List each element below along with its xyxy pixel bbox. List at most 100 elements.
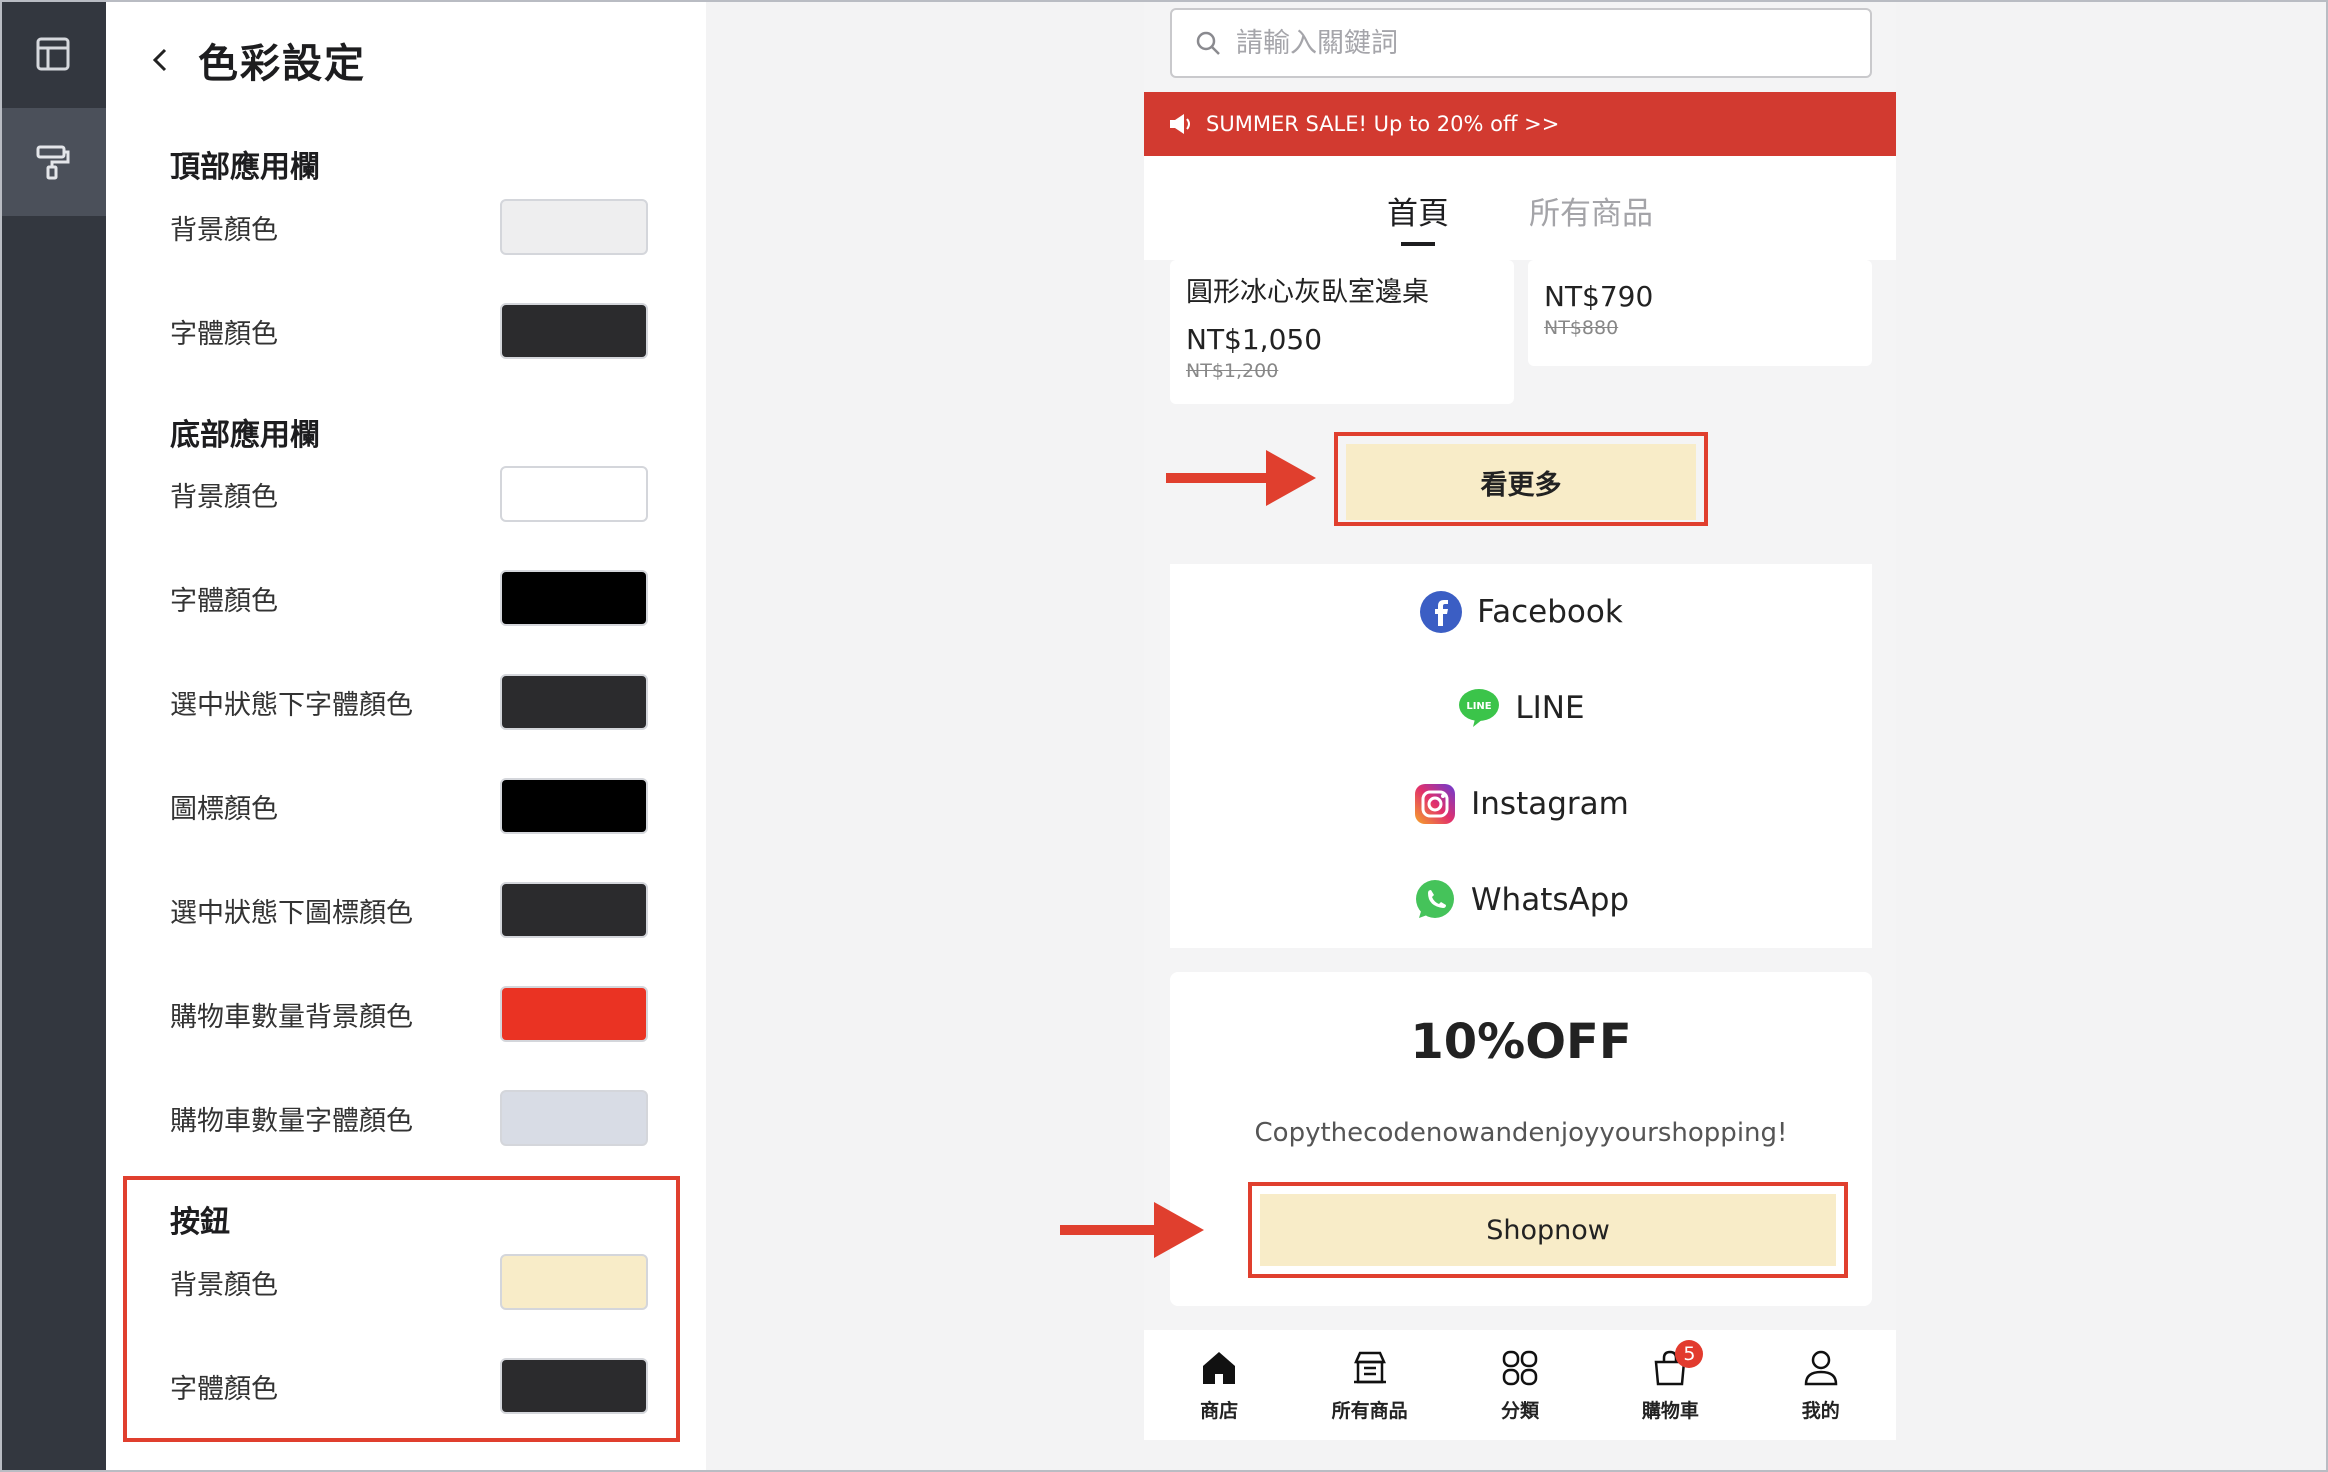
setting-row: 購物車數量背景顏色 [170, 986, 648, 1042]
social-link-line[interactable]: LINE LINE [1170, 678, 1872, 738]
product-original-price: NT$880 [1544, 317, 1619, 339]
social-link-whatsapp[interactable]: WhatsApp [1170, 870, 1872, 930]
search-bar [1144, 0, 1896, 92]
category-icon [1502, 1350, 1538, 1385]
panel-header: 色彩設定 [140, 30, 366, 90]
paint-roller-icon [36, 145, 70, 180]
setting-label: 字體顏色 [170, 1373, 278, 1405]
setting-row: 背景顏色 [170, 466, 648, 522]
product-price: NT$1,050 [1186, 323, 1323, 356]
social-link-facebook[interactable]: Facebook [1170, 582, 1872, 642]
icon-rail [0, 0, 106, 1472]
layout-rail-button[interactable] [0, 0, 106, 108]
panel-title: 色彩設定 [198, 41, 366, 87]
whatsapp-icon [1415, 880, 1454, 918]
setting-row: 背景顏色 [170, 1254, 648, 1310]
setting-label: 選中狀態下字體顏色 [170, 689, 413, 721]
social-link-instagram[interactable]: Instagram [1170, 774, 1872, 834]
setting-label: 選中狀態下圖標顏色 [170, 897, 413, 929]
color-swatch[interactable] [500, 986, 648, 1042]
annotation-arrow-icon [1060, 1202, 1204, 1258]
color-swatch[interactable] [500, 1090, 648, 1146]
setting-label: 背景顏色 [170, 481, 278, 513]
coupon-card: 10%OFF Copythecodenowandenjoyyourshoppin… [1170, 972, 1872, 1306]
instagram-icon [1415, 784, 1456, 824]
product-price: NT$790 [1544, 280, 1654, 313]
color-swatch[interactable] [500, 303, 648, 359]
setting-label: 背景顏色 [170, 1269, 278, 1301]
setting-label: 購物車數量字體顏色 [170, 1105, 413, 1137]
product-card[interactable]: NT$790 NT$880 [1528, 260, 1872, 366]
color-swatch[interactable] [500, 674, 648, 730]
nav-item-categories[interactable]: 分類 [1455, 1348, 1585, 1423]
color-swatch[interactable] [500, 1358, 648, 1414]
setting-label: 購物車數量背景顏色 [170, 1001, 413, 1033]
social-label: LINE [1515, 690, 1585, 726]
product-original-price: NT$1,200 [1186, 360, 1279, 382]
nav-item-cart[interactable]: 5 購物車 [1605, 1339, 1735, 1423]
nav-label: 分類 [1500, 1399, 1539, 1422]
product-name: 圓形冰心灰臥室邊桌 [1186, 277, 1429, 308]
store-preview: SUMMER SALE! Up to 20% off >> 首頁 所有商品 圓形… [1144, 0, 1896, 1440]
nav-label: 購物車 [1641, 1399, 1699, 1422]
section-title-bottom-bar: 底部應用欄 [170, 418, 320, 453]
nav-label: 我的 [1801, 1399, 1840, 1422]
theme-rail-button[interactable] [0, 108, 106, 216]
setting-row: 購物車數量字體顏色 [170, 1090, 648, 1146]
facebook-icon [1420, 591, 1463, 633]
color-swatch[interactable] [500, 1254, 648, 1310]
bottom-navigation: 商店 所有商品 分類 5 購物車 我的 [1144, 1330, 1896, 1440]
color-settings-panel: 色彩設定 頂部應用欄 背景顏色 字體顏色 底部應用欄 背景顏色 字體顏色 選中狀… [106, 0, 706, 1472]
shop-now-button[interactable]: Shopnow [1260, 1194, 1836, 1266]
setting-row: 選中狀態下圖標顏色 [170, 882, 648, 938]
user-icon [1804, 1350, 1838, 1385]
setting-label: 字體顏色 [170, 585, 278, 617]
color-swatch[interactable] [500, 466, 648, 522]
tab-all-products[interactable]: 所有商品 [1529, 188, 1653, 238]
color-swatch[interactable] [500, 778, 648, 834]
svg-text:LINE: LINE [1467, 701, 1492, 712]
home-icon [1203, 1351, 1236, 1384]
setting-label: 字體顏色 [170, 318, 278, 350]
megaphone-icon [1170, 114, 1190, 134]
product-card[interactable]: 圓形冰心灰臥室邊桌 NT$1,050 NT$1,200 [1170, 260, 1514, 404]
setting-label: 圖標顏色 [170, 793, 278, 825]
coupon-description: Copythecodenowandenjoyyourshopping! [1254, 1118, 1788, 1148]
search-icon [1196, 31, 1220, 55]
setting-row: 選中狀態下字體顏色 [170, 674, 648, 730]
nav-item-profile[interactable]: 我的 [1756, 1348, 1886, 1423]
social-label: Facebook [1477, 594, 1623, 630]
color-swatch[interactable] [500, 882, 648, 938]
section-title-button: 按鈕 [170, 1205, 230, 1240]
store-tabs: 首頁 所有商品 [1144, 156, 1896, 260]
promo-text: SUMMER SALE! Up to 20% off >> [1206, 112, 1560, 136]
nav-item-store[interactable]: 商店 [1154, 1348, 1284, 1423]
store-icon [1353, 1351, 1386, 1383]
chevron-left-icon [152, 48, 167, 72]
back-button[interactable] [140, 40, 180, 80]
annotation-arrow-icon [1166, 450, 1316, 506]
promo-announcement-bar[interactable]: SUMMER SALE! Up to 20% off >> [1144, 92, 1896, 156]
color-swatch[interactable] [500, 570, 648, 626]
see-more-button[interactable]: 看更多 [1346, 444, 1696, 520]
search-box [1170, 8, 1872, 78]
nav-label: 所有商品 [1331, 1399, 1408, 1422]
section-title-top-bar: 頂部應用欄 [170, 150, 320, 185]
setting-row: 字體顏色 [170, 570, 648, 626]
nav-item-all-products[interactable]: 所有商品 [1305, 1348, 1435, 1423]
social-links-card: Facebook LINE LINE Instagram WhatsApp [1170, 564, 1872, 948]
setting-row: 字體顏色 [170, 303, 648, 359]
setting-row: 背景顏色 [170, 199, 648, 255]
nav-label: 商店 [1200, 1399, 1239, 1422]
line-icon: LINE [1459, 689, 1500, 727]
social-label: WhatsApp [1470, 882, 1630, 918]
social-label: Instagram [1471, 786, 1629, 822]
setting-label: 背景顏色 [170, 214, 278, 246]
setting-row: 圖標顏色 [170, 778, 648, 834]
search-input[interactable] [1236, 27, 1836, 59]
setting-row: 字體顏色 [170, 1358, 648, 1414]
coupon-title: 10%OFF [1410, 1014, 1632, 1070]
color-swatch[interactable] [500, 199, 648, 255]
cart-count-badge: 5 [1675, 1339, 1704, 1368]
tab-home[interactable]: 首頁 [1387, 188, 1449, 238]
